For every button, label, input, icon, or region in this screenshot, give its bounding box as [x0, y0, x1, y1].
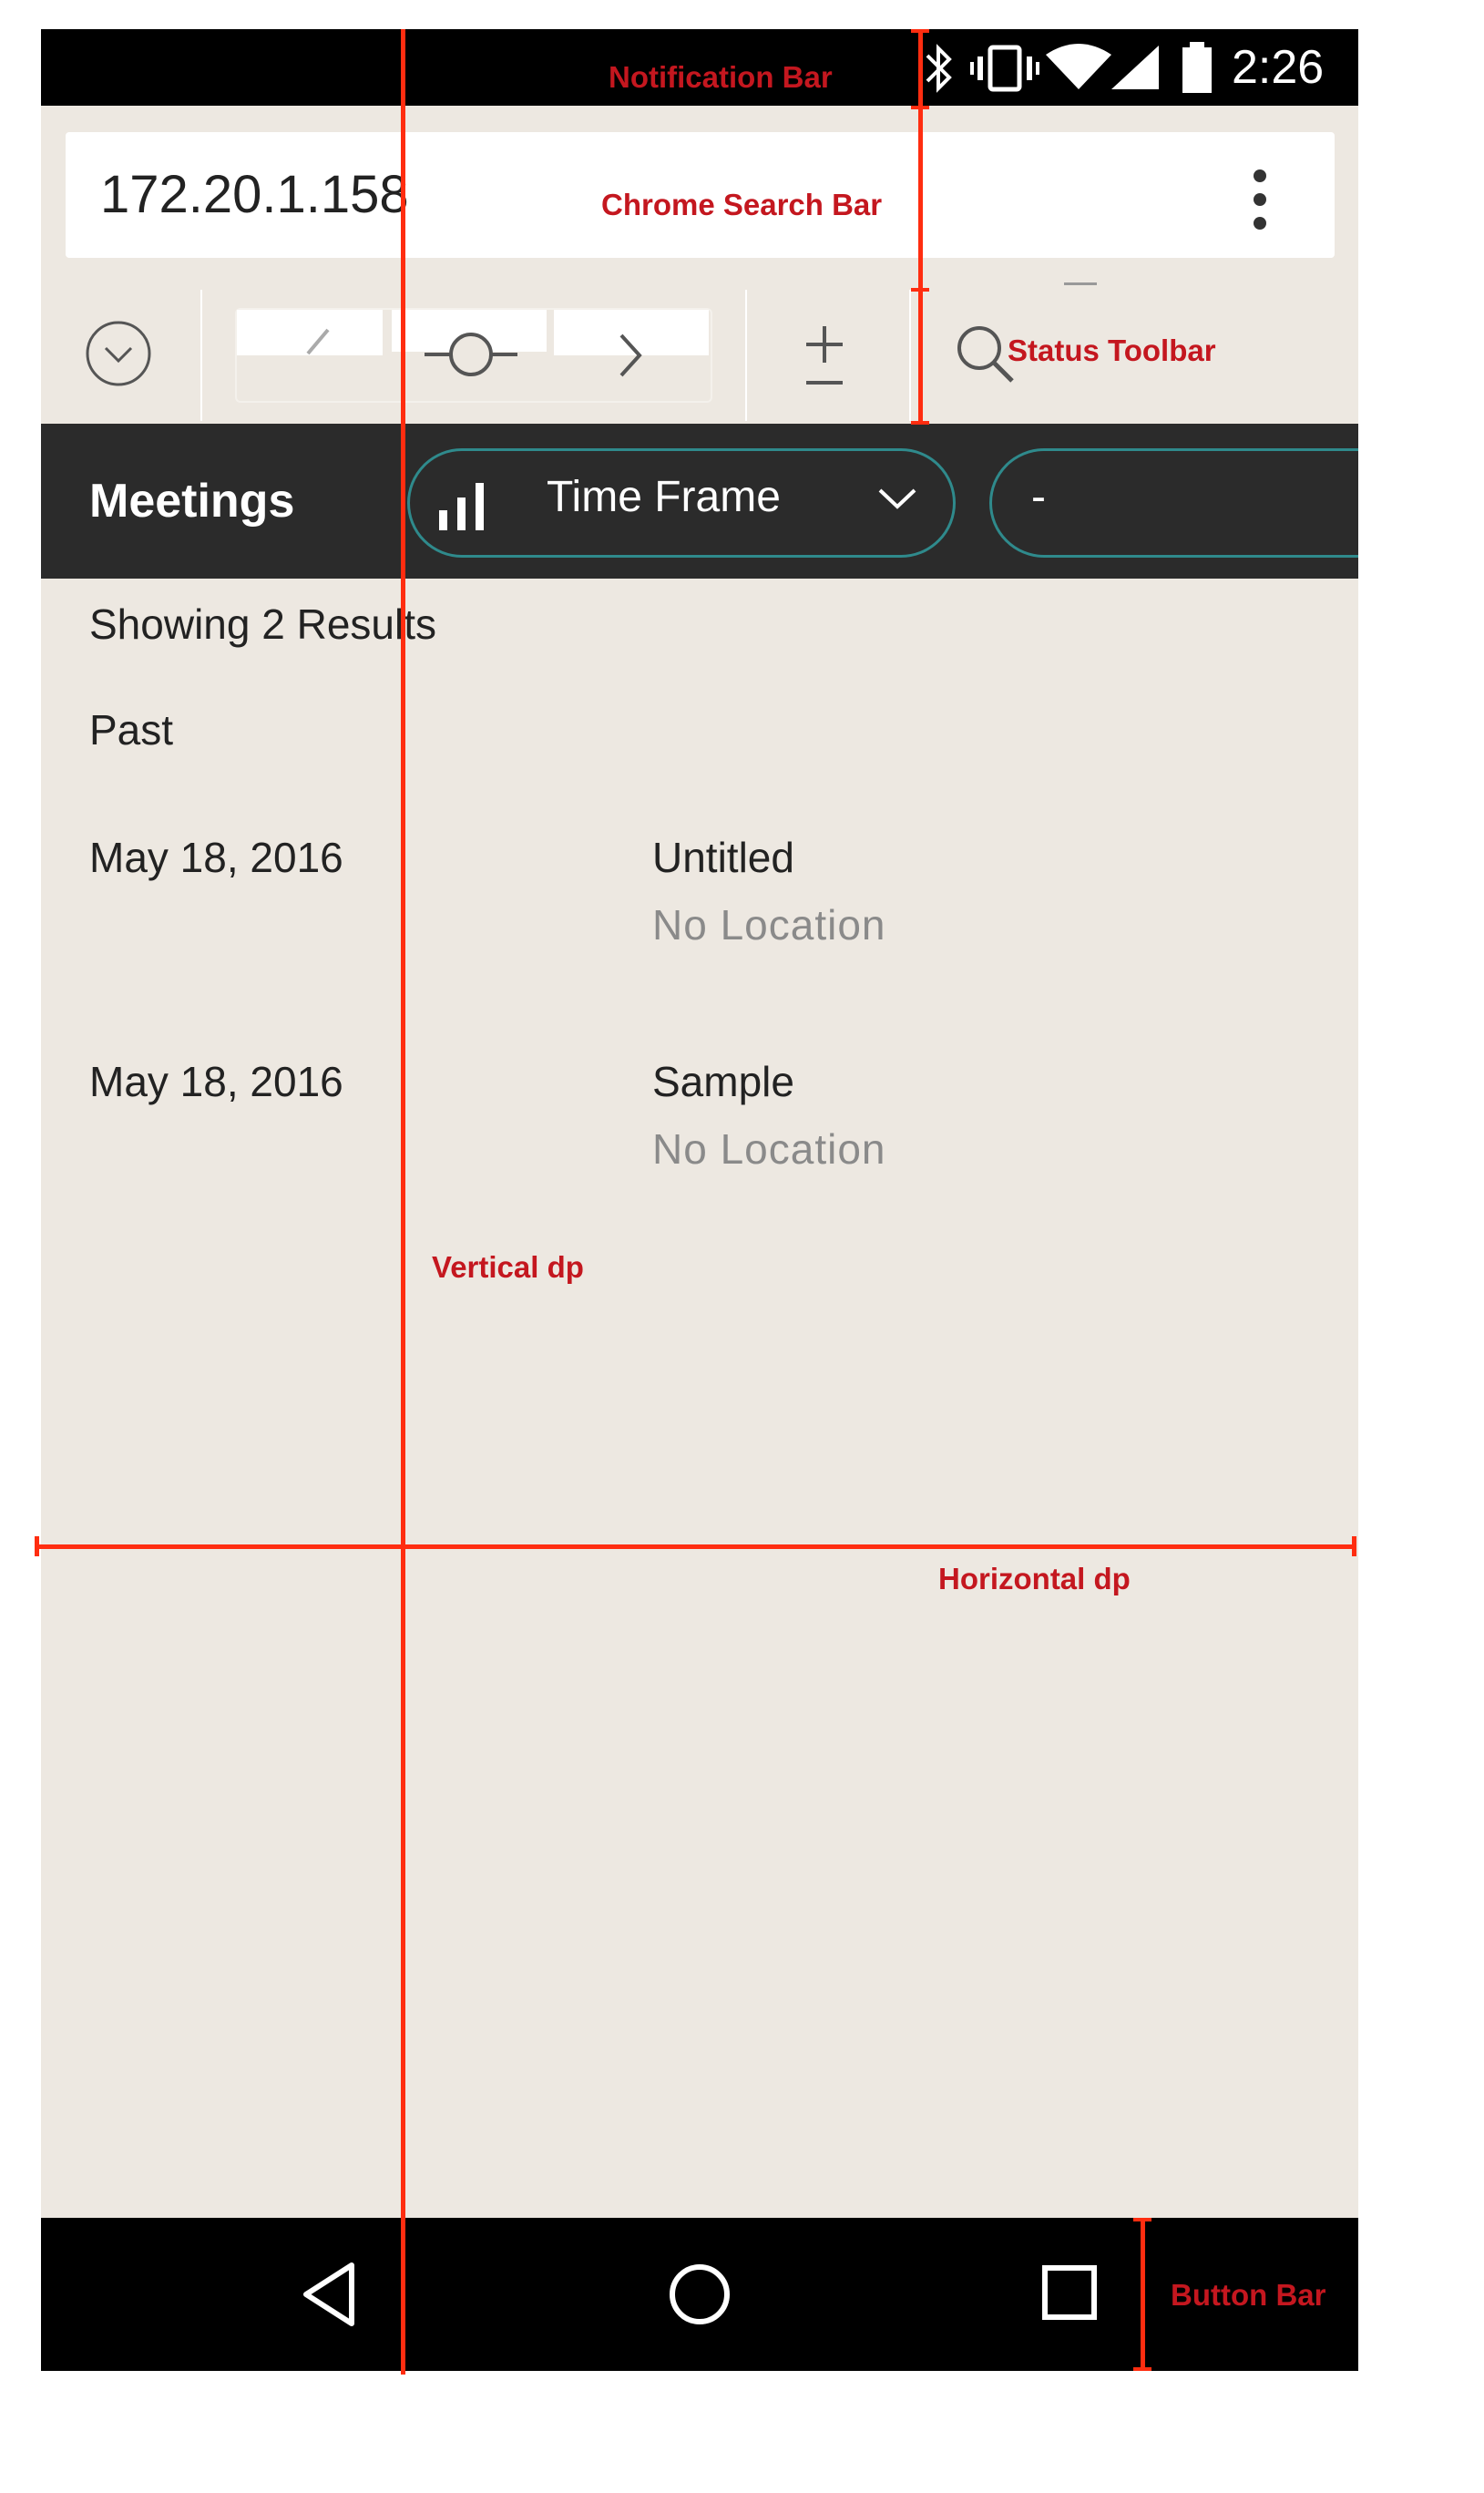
back-chevron-icon[interactable] — [292, 326, 337, 363]
horizontal-dp-end-left — [35, 1536, 39, 1556]
button-bar-bracket — [1141, 2218, 1145, 2371]
frame-right-margin — [1358, 424, 1484, 579]
meeting-date: May 18, 2016 — [89, 834, 343, 881]
bracket-cap — [1133, 2367, 1151, 2371]
toolbar-divider — [200, 290, 202, 421]
battery-icon — [1182, 42, 1212, 93]
vibrate-icon — [970, 45, 1039, 92]
zoom-slider-icon[interactable] — [421, 323, 521, 386]
recents-square-icon[interactable] — [1040, 2263, 1099, 2322]
toolbar-hint-mark — [1064, 282, 1097, 285]
bracket-cap — [911, 421, 929, 425]
url-text[interactable]: 172.20.1.158 — [100, 164, 409, 225]
meeting-name: Sample — [652, 1058, 794, 1105]
back-triangle-icon[interactable] — [299, 2260, 359, 2329]
kebab-menu-icon[interactable] — [1254, 169, 1266, 230]
meeting-location: No Location — [652, 901, 886, 949]
status-toolbar-annotation: Status Toolbar — [1008, 333, 1216, 367]
bracket-cap — [1133, 2218, 1151, 2221]
toolbar-divider — [909, 290, 911, 421]
bracket-cap — [911, 29, 929, 33]
section-heading: Past — [89, 706, 174, 754]
vertical-dp-line — [401, 29, 405, 2375]
horizontal-dp-end-right — [1352, 1536, 1356, 1556]
toolbar-divider — [745, 290, 747, 421]
chrome-bar-bracket — [918, 109, 923, 288]
notification-bar-bracket — [918, 29, 923, 106]
button-bar-annotation: Button Bar — [1171, 2278, 1326, 2312]
horizontal-dp-annotation: Horizontal dp — [938, 1562, 1131, 1595]
time-frame-label: Time Frame — [547, 473, 781, 521]
status-toolbar-bracket — [918, 292, 923, 423]
bluetooth-icon — [926, 44, 952, 93]
meeting-date: May 18, 2016 — [89, 1058, 343, 1105]
meeting-name: Untitled — [652, 834, 794, 881]
forward-chevron-icon[interactable] — [612, 328, 649, 383]
wifi-icon — [1046, 44, 1111, 89]
notification-bar-annotation: Notification Bar — [609, 60, 833, 94]
meeting-location: No Location — [652, 1125, 886, 1173]
secondary-filter-dropdown[interactable] — [989, 448, 1375, 558]
signal-icon — [1111, 46, 1159, 89]
page-title: Meetings — [89, 475, 295, 528]
home-circle-icon[interactable] — [667, 2262, 732, 2327]
clock-time: 2:26 — [1232, 41, 1325, 94]
vertical-dp-annotation: Vertical dp — [432, 1250, 584, 1284]
plus-minus-icon[interactable] — [802, 323, 847, 388]
chevron-down-icon[interactable] — [876, 483, 918, 514]
secondary-filter-label: - — [1031, 473, 1046, 521]
chrome-search-bar-annotation: Chrome Search Bar — [601, 188, 883, 221]
horizontal-dp-line — [36, 1544, 1356, 1549]
results-summary: Showing 2 Results — [89, 600, 436, 648]
bar-chart-icon — [439, 483, 484, 530]
collapse-circle-icon[interactable] — [84, 319, 153, 388]
